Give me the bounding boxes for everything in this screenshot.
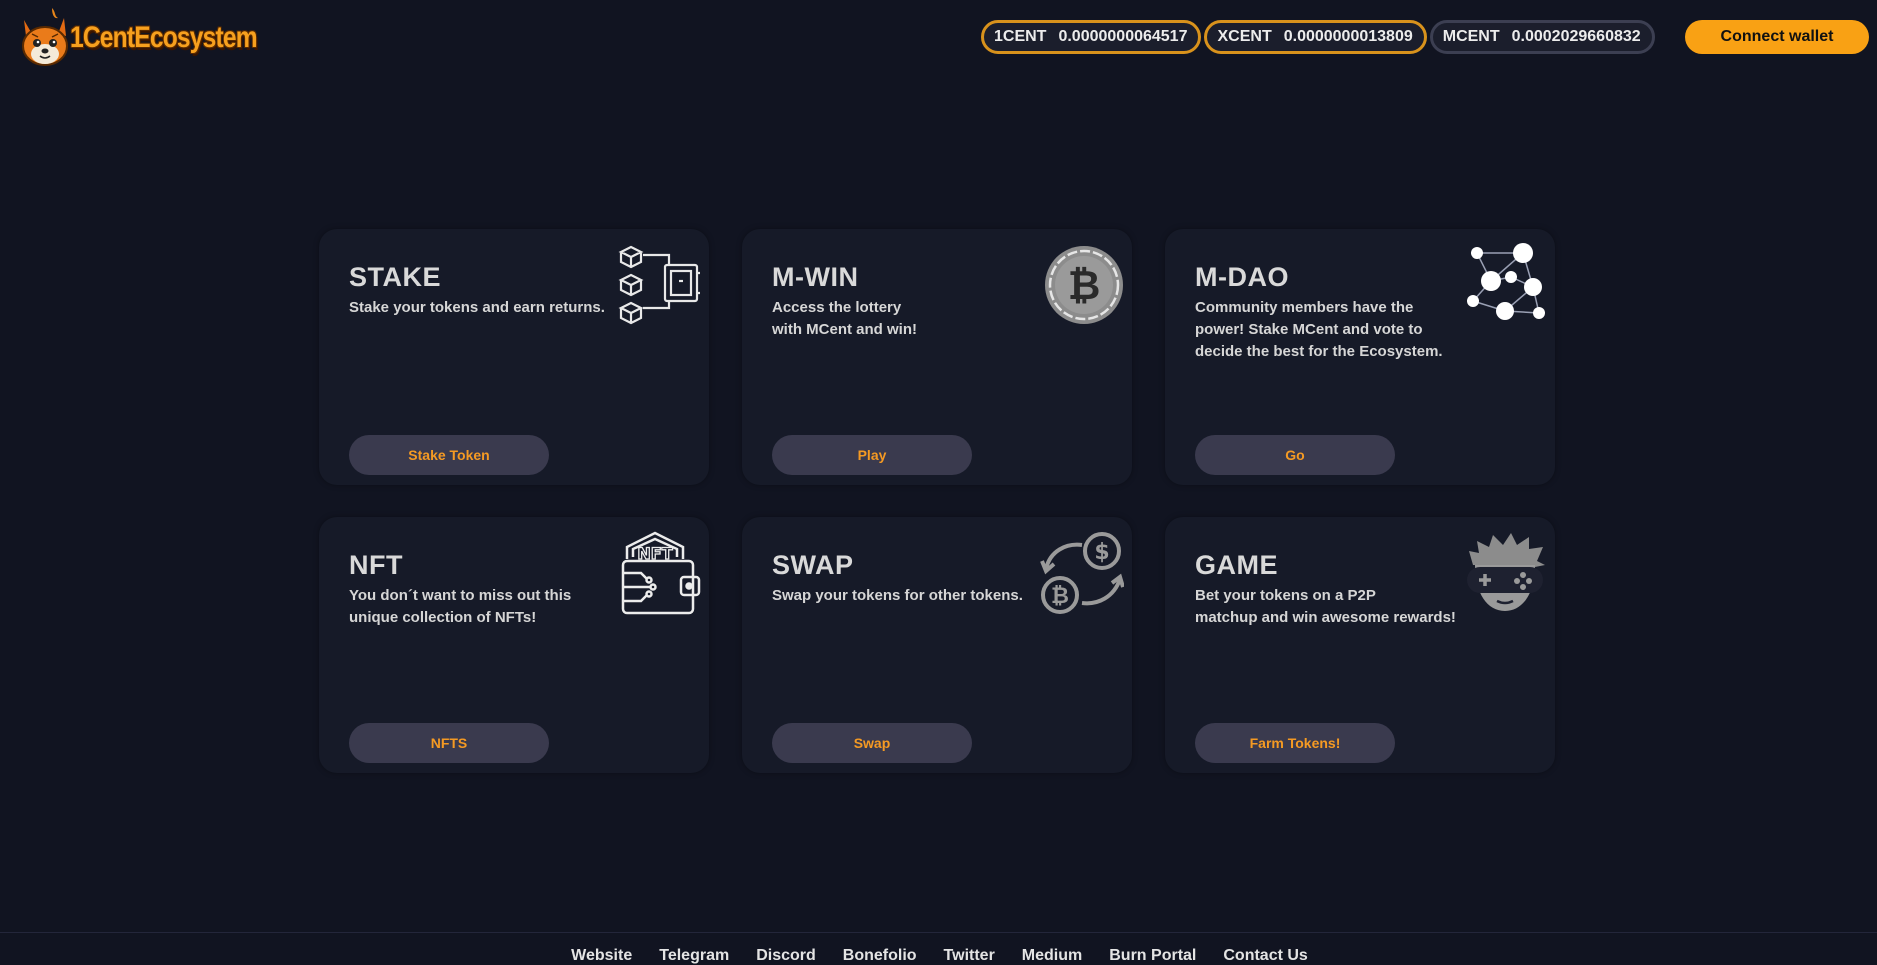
footer: Website Telegram Discord Bonefolio Twitt… bbox=[0, 932, 1877, 964]
header: 1CentEcosystem 1CENT 0.0000000064517 XCE… bbox=[0, 0, 1877, 80]
connect-wallet-button[interactable]: Connect wallet bbox=[1685, 20, 1869, 54]
price-symbol: 1CENT bbox=[994, 28, 1047, 45]
card-swap: SWAP Swap your tokens for other tokens. … bbox=[742, 517, 1132, 773]
bitcoin-coin-icon: ₿ bbox=[1045, 246, 1123, 324]
swap-button[interactable]: Swap bbox=[772, 723, 972, 763]
card-game: GAME Bet your tokens on a P2P matchup an… bbox=[1165, 517, 1555, 773]
gamer-face-icon bbox=[1467, 533, 1545, 611]
network-nodes-icon bbox=[1467, 243, 1545, 320]
farm-tokens-button[interactable]: Farm Tokens! bbox=[1195, 723, 1395, 763]
price-symbol: MCENT bbox=[1442, 28, 1500, 45]
card-stake: STAKE Stake your tokens and earn returns… bbox=[319, 229, 709, 485]
blockchain-safe-icon bbox=[618, 245, 700, 325]
price-value: 0.0002029660832 bbox=[1511, 28, 1641, 45]
price-symbol: XCENT bbox=[1217, 28, 1272, 45]
svg-text:₿: ₿ bbox=[1051, 584, 1069, 609]
card-description: Community members have the power! Stake … bbox=[1195, 299, 1443, 360]
card-m-dao: M-DAO Community members have the power! … bbox=[1165, 229, 1555, 485]
card-description: You don´t want to miss out this unique c… bbox=[349, 587, 572, 626]
price-pill-1cent: 1CENT 0.0000000064517 bbox=[981, 20, 1202, 54]
card-description: Bet your tokens on a P2P matchup and win… bbox=[1195, 587, 1456, 626]
shiba-fox-logo-icon bbox=[22, 8, 68, 66]
price-value: 0.0000000013809 bbox=[1283, 28, 1413, 45]
svg-text:₿: ₿ bbox=[1068, 263, 1101, 309]
card-title: M-WIN bbox=[772, 262, 859, 292]
card-m-win: M-WIN Access the lottery with MCent and … bbox=[742, 229, 1132, 485]
card-description: Stake your tokens and earn returns. bbox=[349, 299, 605, 316]
card-description: Swap your tokens for other tokens. bbox=[772, 587, 1023, 604]
price-value: 0.0000000064517 bbox=[1058, 28, 1188, 45]
logo[interactable]: 1CentEcosystem bbox=[18, 4, 298, 72]
go-button[interactable]: Go bbox=[1195, 435, 1395, 475]
card-title: M-DAO bbox=[1195, 262, 1289, 292]
card-title: STAKE bbox=[349, 262, 442, 292]
nfts-button[interactable]: NFTS bbox=[349, 723, 549, 763]
card-title: GAME bbox=[1195, 550, 1278, 580]
feature-grid: STAKE Stake your tokens and earn returns… bbox=[319, 229, 1555, 773]
nft-wallet-icon: NFT bbox=[621, 531, 701, 615]
card-title: NFT bbox=[349, 550, 403, 580]
currency-swap-icon: $ ₿ bbox=[1040, 532, 1124, 614]
svg-text:$: $ bbox=[1094, 540, 1109, 565]
price-pill-mcent: MCENT 0.0002029660832 bbox=[1429, 20, 1655, 54]
card-description: Access the lottery with MCent and win! bbox=[772, 299, 917, 338]
play-button[interactable]: Play bbox=[772, 435, 972, 475]
card-title: SWAP bbox=[772, 550, 854, 580]
logo-text: 1CentEcosystem bbox=[70, 21, 258, 54]
card-nft: NFT You don´t want to miss out this uniq… bbox=[319, 517, 709, 773]
stake-token-button[interactable]: Stake Token bbox=[349, 435, 549, 475]
token-prices: 1CENT 0.0000000064517 XCENT 0.0000000013… bbox=[981, 20, 1655, 54]
price-pill-xcent: XCENT 0.0000000013809 bbox=[1204, 20, 1427, 54]
